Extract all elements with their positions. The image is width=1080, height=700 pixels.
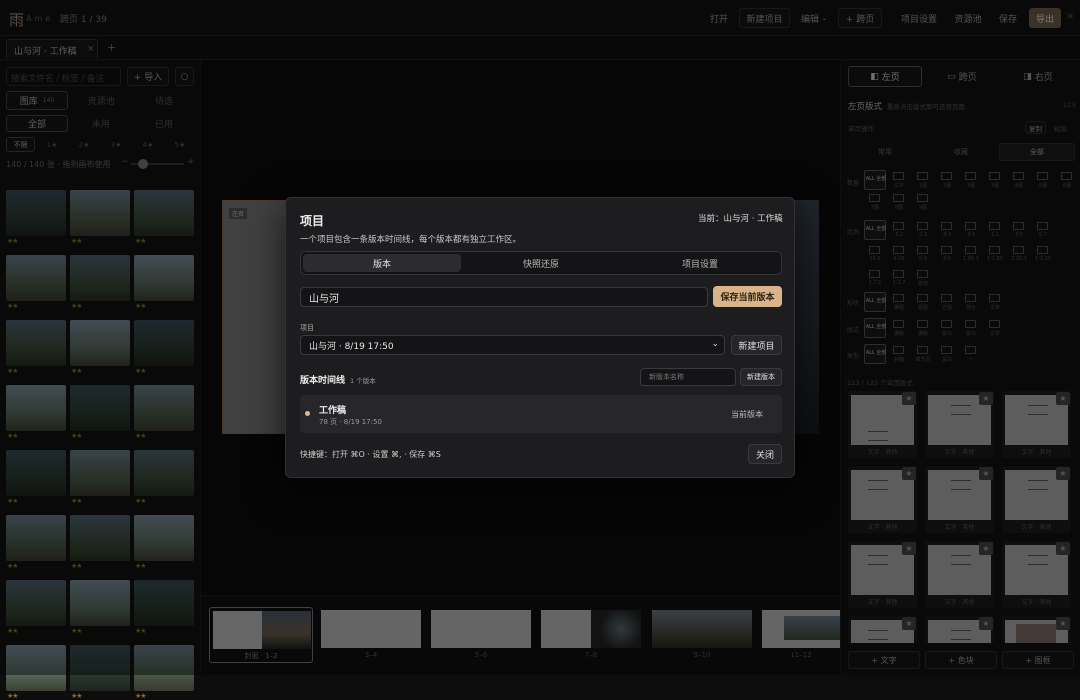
version-name: 工作稿 — [319, 406, 347, 416]
photo-rating: ★★ — [7, 692, 19, 700]
new-project-button-dialog[interactable]: 新建项目 — [731, 335, 782, 355]
version-name-input[interactable]: 新版本名称 — [640, 368, 736, 386]
current-project-label: 当前：山与河 · 工作稿 — [698, 214, 783, 224]
project-name-input[interactable]: 山与河 — [300, 287, 708, 307]
dialog-tabs: 版本 快照还原 项目设置 — [300, 251, 782, 275]
version-row[interactable]: 工作稿 78 页 · 8/19 17:50 当前版本 — [300, 395, 782, 433]
close-dialog-button[interactable]: 关闭 — [748, 444, 782, 464]
save-version-button[interactable]: 保存当前版本 — [713, 286, 782, 307]
current-version-dot-icon — [305, 411, 310, 416]
photo-rating: ★★ — [135, 692, 147, 700]
shortcuts-hint: 快捷键：打开 ⌘O · 设置 ⌘, · 保存 ⌘S — [300, 450, 441, 459]
version-status: 当前版本 — [731, 410, 763, 419]
chevron-down-icon: ⌄ — [711, 339, 719, 349]
project-select-label: 项目 — [300, 324, 314, 332]
version-name-placeholder: 新版本名称 — [649, 373, 684, 381]
tab-versions[interactable]: 版本 — [303, 254, 461, 272]
version-meta: 78 页 · 8/19 17:50 — [319, 418, 382, 426]
tab-project-settings[interactable]: 项目设置 — [621, 254, 779, 272]
project-dialog: 项目 当前：山与河 · 工作稿 一个项目包含一条版本时间线，每个版本都有独立工作… — [285, 197, 795, 478]
project-select-value: 山与河 · 8/19 17:50 — [309, 341, 394, 352]
timeline-count: 1 个版本 — [350, 377, 376, 385]
dialog-subtitle: 一个项目包含一条版本时间线，每个版本都有独立工作区。 — [300, 235, 522, 245]
timeline-title: 版本时间线 — [300, 376, 346, 386]
photo-rating: ★★ — [71, 692, 83, 700]
dialog-title: 项目 — [300, 214, 325, 228]
new-version-button[interactable]: 新建版本 — [740, 368, 782, 386]
tab-snapshots[interactable]: 快照还原 — [462, 254, 620, 272]
project-select[interactable]: 山与河 · 8/19 17:50 ⌄ — [300, 335, 725, 355]
